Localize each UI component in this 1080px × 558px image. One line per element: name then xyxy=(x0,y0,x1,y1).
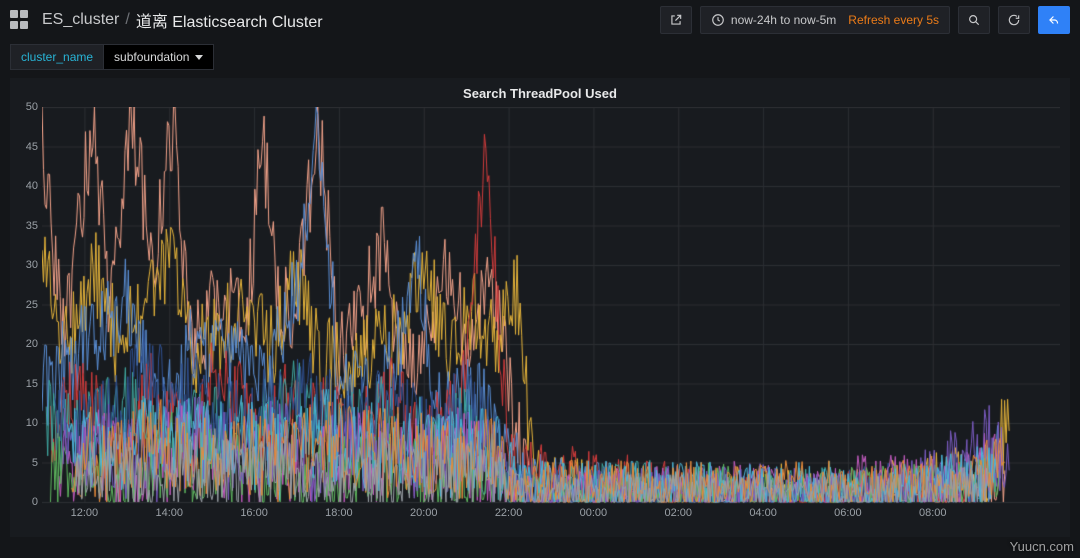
x-tick: 16:00 xyxy=(240,507,268,519)
panel: Search ThreadPool Used 0 5 10 15 20 25 30 35 40 4… xyxy=(10,78,1070,537)
x-tick: 14:00 xyxy=(155,507,183,519)
magnifier-icon xyxy=(967,13,981,27)
y-tick: 20 xyxy=(26,338,38,350)
page-title[interactable]: 道离 Elasticsearch Cluster xyxy=(136,8,323,32)
refresh-interval-label: Refresh every 5s xyxy=(848,13,939,27)
chart-area[interactable]: 0510152025303540455012:0014:0016:0018:00… xyxy=(42,107,1062,537)
y-tick: 40 xyxy=(26,180,38,192)
x-tick: 20:00 xyxy=(410,507,438,519)
x-tick: 12:00 xyxy=(71,507,99,519)
topbar: ES_cluster / 道离 Elasticsearch Cluster no… xyxy=(0,0,1080,40)
y-tick: 50 xyxy=(26,101,38,113)
back-button[interactable] xyxy=(1038,6,1070,34)
template-var-bar: cluster_name subfoundation xyxy=(10,44,1070,70)
breadcrumb-folder[interactable]: ES_cluster xyxy=(42,11,119,29)
x-tick: 08:00 xyxy=(919,507,947,519)
x-tick: 02:00 xyxy=(664,507,692,519)
y-tick: 35 xyxy=(26,220,38,232)
watermark: Yuucn.com xyxy=(1010,539,1074,554)
chart-canvas[interactable] xyxy=(42,107,1060,527)
x-tick: 18:00 xyxy=(325,507,353,519)
zoom-out-button[interactable] xyxy=(958,6,990,34)
y-tick: 5 xyxy=(32,457,38,469)
y-tick: 25 xyxy=(26,299,38,311)
y-tick: 10 xyxy=(26,417,38,429)
x-tick: 04:00 xyxy=(749,507,777,519)
breadcrumb-separator: / xyxy=(125,11,129,29)
template-var-value[interactable]: subfoundation xyxy=(104,44,214,70)
clock-icon xyxy=(711,13,725,27)
time-range-label: now-24h to now-5m xyxy=(731,13,836,27)
y-tick: 45 xyxy=(26,141,38,153)
x-tick: 22:00 xyxy=(495,507,523,519)
template-var-label: cluster_name xyxy=(10,44,104,70)
back-arrow-icon xyxy=(1047,13,1061,27)
time-picker[interactable]: now-24h to now-5m Refresh every 5s xyxy=(700,6,950,34)
share-button[interactable] xyxy=(660,6,692,34)
template-var-text: subfoundation xyxy=(114,50,189,64)
refresh-button[interactable] xyxy=(998,6,1030,34)
refresh-icon xyxy=(1007,13,1021,27)
share-icon xyxy=(669,13,683,27)
panel-title: Search ThreadPool Used xyxy=(10,78,1070,107)
breadcrumb: ES_cluster / 道离 Elasticsearch Cluster xyxy=(42,8,323,32)
dashboards-icon[interactable] xyxy=(10,10,30,30)
y-tick: 15 xyxy=(26,378,38,390)
y-tick: 0 xyxy=(32,496,38,508)
x-tick: 00:00 xyxy=(580,507,608,519)
x-tick: 06:00 xyxy=(834,507,862,519)
y-tick: 30 xyxy=(26,259,38,271)
chevron-down-icon xyxy=(195,55,203,60)
